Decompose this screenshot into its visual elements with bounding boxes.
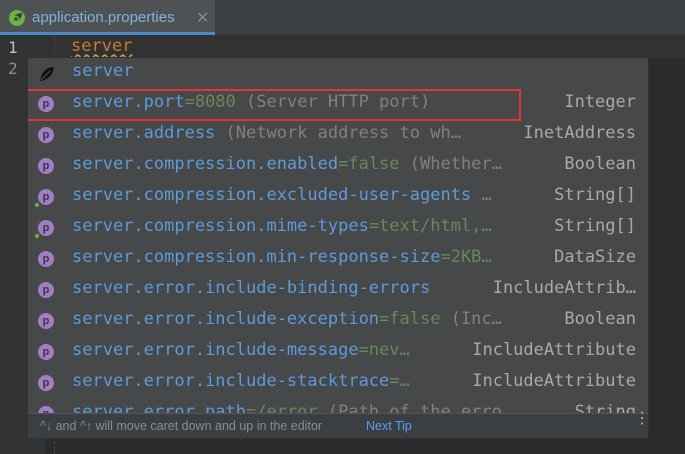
completion-text: server.error.include-exception=false (In… — [72, 309, 502, 329]
status-dot — [35, 203, 39, 207]
default-value: =nev… — [358, 340, 410, 360]
property-icon: p — [38, 158, 54, 174]
property-type: IncludeAttribute — [472, 340, 636, 360]
property-key: server — [72, 61, 134, 81]
property-type: InetAddress — [523, 123, 636, 143]
property-icon: p — [38, 189, 54, 205]
status-dot — [35, 234, 39, 238]
tab-application-properties[interactable]: application.properties ✕ — [0, 0, 215, 35]
completion-text: server.error.include-stacktrace=… — [72, 371, 410, 391]
completion-text: server.error.path=/error (Path of the er… — [72, 402, 512, 413]
property-type: DataSize — [554, 247, 636, 267]
code-line-1[interactable]: server — [71, 36, 132, 56]
editor-tab-bar: application.properties ✕ — [0, 0, 685, 36]
completion-item[interactable]: p server.error.path=/error (Path of the e… — [28, 399, 648, 413]
property-type: Boolean — [564, 154, 636, 174]
property-key: server.error.include-stacktrace — [72, 371, 390, 391]
completion-item[interactable]: p server.address (Network address to wh… I… — [28, 120, 648, 151]
property-icon: p — [38, 282, 54, 298]
default-value: =text/html,… — [368, 216, 492, 236]
property-icon: p — [38, 127, 54, 143]
property-key: server.compression.excluded-user-agents — [72, 185, 472, 205]
property-key: server.address — [72, 123, 216, 143]
line-number-1: 1 — [8, 38, 18, 57]
line-number-2: 2 — [8, 59, 18, 78]
completion-text: server.compression.enabled=false (Whethe… — [72, 154, 502, 174]
property-type: String[] — [554, 216, 636, 236]
property-description: (Path of the erro… — [317, 402, 513, 413]
footer-hint: ^↓ and ^↑ will move caret down and up in… — [40, 419, 323, 433]
completion-item[interactable]: p server.compression.excluded-user-agents… — [28, 182, 648, 213]
property-icon: p — [38, 344, 54, 360]
completion-text: server.compression.min-response-size=2KB… — [72, 247, 492, 267]
completion-text: server.address (Network address to wh… — [72, 123, 461, 143]
completion-text: server.error.include-message=nev… — [72, 340, 410, 360]
completion-footer: ^↓ and ^↑ will move caret down and up in… — [28, 411, 648, 438]
property-description: (Whether… — [399, 154, 502, 174]
property-key: server.compression.min-response-size — [72, 247, 441, 267]
close-icon[interactable]: ✕ — [196, 8, 209, 28]
property-type: IncludeAttrib… — [492, 278, 636, 298]
more-options-icon[interactable]: ⋮ — [634, 411, 648, 427]
completion-item[interactable]: p server.compression.enabled=false (Wheth… — [28, 151, 648, 182]
completion-item[interactable]: p server.error.include-message=nev… Includ… — [28, 337, 648, 368]
property-description: … — [471, 185, 492, 205]
completion-item[interactable]: p server.compression.min-response-size=2K… — [28, 244, 648, 275]
property-icon: p — [38, 251, 54, 267]
default-value: =… — [389, 371, 410, 391]
completion-text: server.compression.excluded-user-agents … — [72, 185, 492, 205]
completion-item[interactable]: p server.error.include-binding-errors Incl… — [28, 275, 648, 306]
default-value: =false — [338, 154, 400, 174]
current-line-highlight — [46, 36, 685, 58]
property-icon: p — [38, 313, 54, 329]
completion-text: server.compression.mime-types=text/html,… — [72, 216, 492, 236]
completion-text: server.error.include-binding-errors — [72, 278, 430, 298]
highlight-box — [28, 89, 521, 121]
property-key: server.error.path — [72, 402, 246, 413]
property-key: server.error.include-message — [72, 340, 359, 360]
property-icon: p — [38, 375, 54, 391]
tab-title: application.properties — [32, 9, 175, 26]
completion-text: server — [72, 61, 133, 81]
default-value: =/error — [246, 402, 318, 413]
completion-item[interactable]: server — [28, 58, 648, 89]
completion-item[interactable]: p server.compression.mime-types=text/html… — [28, 213, 648, 244]
property-key: server.compression.enabled — [72, 154, 339, 174]
property-key: server.error.include-binding-errors — [72, 278, 431, 298]
property-icon: p — [38, 220, 54, 236]
completion-item[interactable]: p server.error.include-exception=false (I… — [28, 306, 648, 337]
property-type: Boolean — [564, 309, 636, 329]
default-value: =false — [379, 309, 441, 329]
property-key: server.compression.mime-types — [72, 216, 369, 236]
property-type: Integer — [564, 92, 636, 112]
spring-leaf-icon — [8, 9, 26, 31]
property-description: (Network address to wh… — [215, 123, 461, 143]
property-type: String[] — [554, 185, 636, 205]
completion-item[interactable]: p server.error.include-stacktrace=… Includ… — [28, 368, 648, 399]
property-type: IncludeAttribute — [472, 371, 636, 391]
property-icon: p — [38, 406, 54, 413]
leaf-icon — [38, 65, 54, 81]
default-value: =2KB… — [440, 247, 492, 267]
completion-popup: server p server.port=8080 (Server HTTP por… — [27, 57, 649, 439]
next-tip-link[interactable]: Next Tip — [366, 419, 412, 433]
property-type: String — [574, 402, 636, 413]
property-description: (Inc… — [440, 309, 502, 329]
property-key: server.error.include-exception — [72, 309, 380, 329]
